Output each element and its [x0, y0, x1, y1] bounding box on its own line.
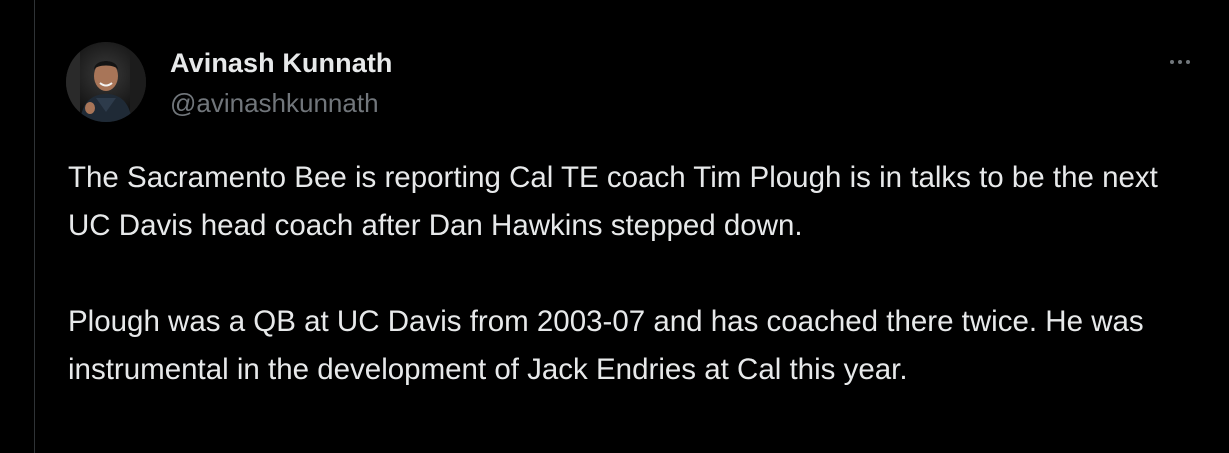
- avatar-photo: [66, 42, 146, 122]
- user-handle[interactable]: @avinashkunnath: [170, 86, 393, 120]
- more-horizontal-icon-dot: [1178, 60, 1182, 64]
- more-horizontal-icon-dot: [1186, 60, 1190, 64]
- tweet-header: Avinash Kunnath @avinashkunnath: [66, 42, 1206, 124]
- more-options-button[interactable]: [1160, 48, 1200, 76]
- tweet-paragraph: Plough was a QB at UC Davis from 2003-07…: [68, 305, 1144, 386]
- more-horizontal-icon: [1170, 60, 1174, 64]
- tweet-text: The Sacramento Bee is reporting Cal TE c…: [68, 154, 1178, 394]
- avatar[interactable]: [66, 42, 146, 122]
- tweet-paragraph: The Sacramento Bee is reporting Cal TE c…: [68, 161, 1158, 242]
- author-info: Avinash Kunnath @avinashkunnath: [170, 46, 393, 120]
- display-name[interactable]: Avinash Kunnath: [170, 46, 393, 80]
- thread-divider: [34, 0, 35, 453]
- tweet[interactable]: Avinash Kunnath @avinashkunnath The Sacr…: [66, 0, 1206, 453]
